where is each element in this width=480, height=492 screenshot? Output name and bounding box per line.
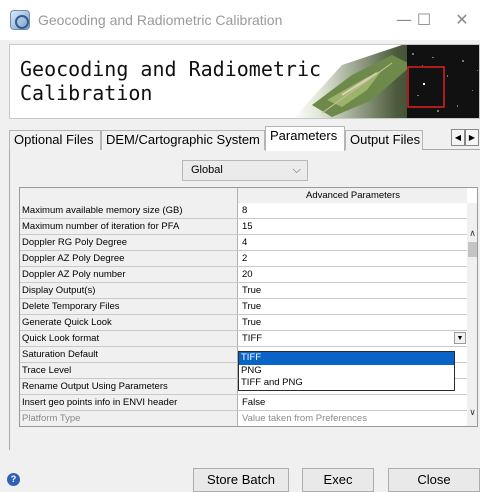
dropdown-arrow-icon[interactable]: ▼	[454, 332, 466, 344]
tab-dem-cartographic-system[interactable]: DEM/Cartographic System	[101, 130, 265, 150]
tab-scroll-left-icon[interactable]: ◀	[451, 129, 465, 146]
option-png[interactable]: PNG	[239, 365, 454, 378]
tab-parameters[interactable]: Parameters	[265, 126, 345, 151]
scroll-up-icon[interactable]: ∧	[467, 228, 477, 240]
close-window-button[interactable]: ✕	[450, 8, 474, 32]
help-icon[interactable]: ?	[7, 473, 20, 486]
table-header-name-cell	[20, 188, 238, 203]
table-row: Delete Temporary Files True	[20, 299, 467, 315]
scope-select-value: Global	[191, 164, 223, 176]
param-value[interactable]: 15	[239, 219, 467, 234]
table-row: Platform Type Value taken from Preferenc…	[20, 411, 467, 426]
window-title: Geocoding and Radiometric Calibration	[38, 12, 283, 28]
exec-button[interactable]: Exec	[302, 468, 374, 492]
param-value[interactable]: True	[239, 299, 467, 314]
table-row: Insert geo points info in ENVI header Fa…	[20, 395, 467, 411]
tab-scroll-right-icon[interactable]: ▶	[465, 129, 479, 146]
param-name: Doppler AZ Poly Degree	[20, 251, 238, 266]
scroll-down-icon[interactable]: ∨	[467, 407, 477, 419]
table-row: Doppler AZ Poly number 20	[20, 267, 467, 283]
header-banner: Geocoding and Radiometric Calibration	[9, 44, 480, 119]
param-value[interactable]: 20	[239, 267, 467, 282]
param-name: Rename Output Using Parameters	[20, 379, 238, 394]
param-name: Delete Temporary Files	[20, 299, 238, 314]
advanced-parameters-table: Advanced Parameters Maximum available me…	[19, 187, 478, 427]
scroll-thumb[interactable]	[468, 242, 477, 257]
param-name: Platform Type	[20, 411, 238, 426]
option-tiff[interactable]: TIFF	[239, 352, 454, 365]
tab-output-files[interactable]: Output Files	[345, 130, 423, 150]
param-name: Saturation Default	[20, 347, 238, 362]
table-row: Generate Quick Look True	[20, 315, 467, 331]
param-value[interactable]: True	[239, 315, 467, 330]
param-name: Doppler AZ Poly number	[20, 267, 238, 282]
store-batch-button[interactable]: Store Batch	[193, 468, 289, 492]
table-row: Doppler AZ Poly Degree 2	[20, 251, 467, 267]
param-name: Doppler RG Poly Degree	[20, 235, 238, 250]
quicklook-format-options: TIFF PNG TIFF and PNG	[238, 351, 455, 391]
scope-select[interactable]: Global ⌵	[182, 160, 308, 181]
param-name: Insert geo points info in ENVI header	[20, 395, 238, 410]
param-name: Display Output(s)	[20, 283, 238, 298]
table-row: Maximum available memory size (GB) 8	[20, 203, 467, 219]
param-value[interactable]: False	[239, 395, 467, 410]
vertical-scrollbar[interactable]: ∧ ∨	[467, 203, 477, 426]
option-tiff-and-png[interactable]: TIFF and PNG	[239, 377, 454, 390]
param-name: Trace Level	[20, 363, 238, 378]
quicklook-format-combo[interactable]: TIFF ▼	[239, 331, 467, 346]
app-icon	[10, 10, 30, 30]
param-name: Generate Quick Look	[20, 315, 238, 330]
title-bar: Geocoding and Radiometric Calibration — …	[0, 0, 480, 40]
satellite-image	[282, 45, 479, 118]
table-row: Doppler RG Poly Degree 4	[20, 235, 467, 251]
param-value[interactable]: 8	[239, 203, 467, 218]
maximize-button[interactable]: ☐	[412, 8, 436, 32]
chevron-down-icon: ⌵	[292, 164, 301, 176]
table-row: Quick Look format TIFF ▼	[20, 331, 467, 347]
param-value[interactable]: 2	[239, 251, 467, 266]
param-value: TIFF	[242, 333, 263, 344]
table-header-advanced-parameters: Advanced Parameters	[239, 188, 467, 203]
param-name: Maximum number of iteration for PFA	[20, 219, 238, 234]
table-row: Display Output(s) True	[20, 283, 467, 299]
param-value: Value taken from Preferences	[242, 413, 367, 424]
param-value[interactable]: True	[239, 283, 467, 298]
param-value[interactable]: 4	[239, 235, 467, 250]
table-row: Maximum number of iteration for PFA 15	[20, 219, 467, 235]
parameters-panel: Global ⌵ Advanced Parameters Maximum ava…	[9, 150, 480, 450]
param-name: Quick Look format	[20, 331, 238, 346]
table-header: Advanced Parameters	[20, 188, 467, 203]
close-button[interactable]: Close	[388, 468, 480, 492]
banner-title: Geocoding and Radiometric Calibration	[20, 57, 322, 105]
param-name: Maximum available memory size (GB)	[20, 203, 238, 218]
tab-optional-files[interactable]: Optional Files	[9, 130, 101, 150]
tab-bar: Optional Files DEM/Cartographic System P…	[9, 126, 480, 151]
